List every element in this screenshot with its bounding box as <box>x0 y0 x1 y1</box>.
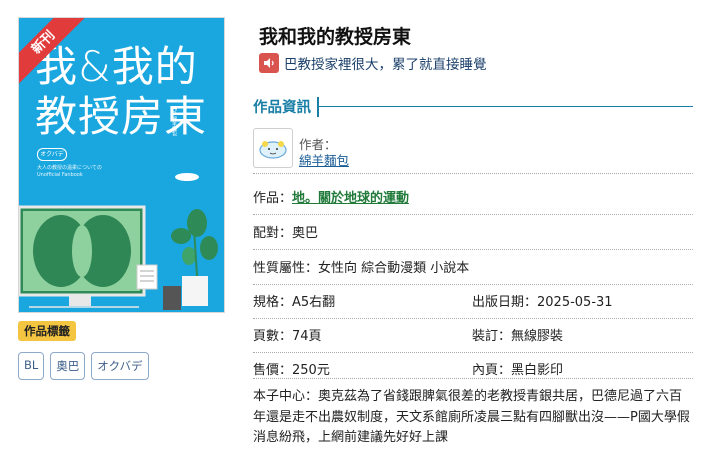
audio-caption[interactable]: 巴教授家裡很大，累了就直接睡覺 <box>259 53 487 73</box>
section-divider-line <box>319 106 693 107</box>
cover-title-line1: 我&我的 <box>35 42 198 91</box>
speaker-icon[interactable] <box>259 53 279 73</box>
author-avatar[interactable] <box>253 128 293 168</box>
price-text: 售價：250元 <box>253 363 330 378</box>
tag-list: BL 奧巴 オクバデ <box>18 352 149 380</box>
book-cover[interactable]: 我&我的 教授房東 新刊 オクバデ 大人の教授の温柔についての Unoffici… <box>18 17 225 313</box>
tag-item[interactable]: 奧巴 <box>50 352 86 380</box>
cover-title-line2: 教授房東 <box>35 92 208 141</box>
cover-author: Eri 綿羊麵包 <box>171 108 177 137</box>
info-row-work: 作品： 地。關於地球的運動 <box>253 187 693 215</box>
info-row-pages-binding: 頁數：74頁 裝訂：無線膠裝 <box>253 325 693 353</box>
info-row-size-date: 規格：A5右翻 出版日期：2025-05-31 <box>253 291 693 319</box>
author-row: 作者： 綿羊麵包 <box>253 126 693 174</box>
info-row-price-inner: 售價：250元 內頁：黑白影印 <box>253 359 693 379</box>
cover-title: 我&我的 教授房東 <box>35 42 207 142</box>
inner-text: 內頁：黑白影印 <box>472 363 564 378</box>
tag-item[interactable]: BL <box>18 352 45 380</box>
section-title: 作品資訊 <box>253 100 311 116</box>
pairing-text: 配對：奧巴 <box>253 226 319 241</box>
cover-sub-label: オクバデ <box>37 148 67 161</box>
tags-title: 作品標籤 <box>18 321 76 341</box>
info-row-genre: 性質屬性：女性向 綜合動漫類 小說本 <box>253 257 693 285</box>
section-header: 作品資訊 <box>253 96 693 117</box>
author-name-link[interactable]: 綿羊麵包 <box>299 150 349 169</box>
info-row-pairing: 配對：奧巴 <box>253 222 693 250</box>
binding-text: 裝訂：無線膠裝 <box>472 329 564 344</box>
work-link[interactable]: 地。關於地球的運動 <box>292 187 409 206</box>
size-text: 規格：A5右翻 <box>253 295 336 310</box>
genre-text: 性質屬性：女性向 綜合動漫類 小說本 <box>253 261 470 276</box>
book-title: 我和我的教授房東 <box>259 26 412 48</box>
work-label: 作品： <box>253 191 293 206</box>
pages-text: 頁數：74頁 <box>253 329 322 344</box>
date-text: 出版日期：2025-05-31 <box>472 295 613 310</box>
book-synopsis: 本子中心：奧克茲為了省錢跟脾氣很差的老教授青銀共居，巴德尼過了六百年還是走不出農… <box>253 389 690 445</box>
audio-label: 巴教授家裡很大，累了就直接睡覺 <box>284 57 487 73</box>
tag-item[interactable]: オクバデ <box>91 352 149 380</box>
cover-illustration <box>19 168 218 310</box>
